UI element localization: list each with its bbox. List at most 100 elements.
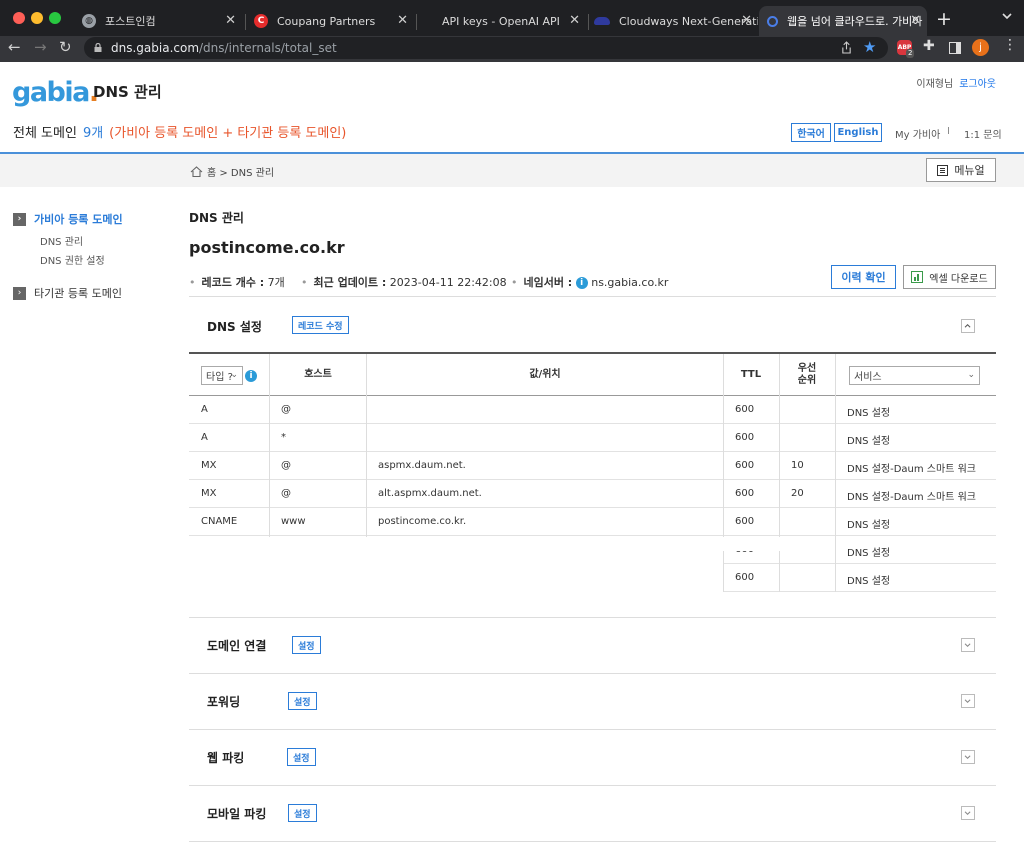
tab-title: API keys - OpenAI API bbox=[442, 14, 560, 28]
service-filter-value: 서비스 bbox=[854, 372, 882, 383]
section-divider bbox=[189, 729, 996, 730]
tab-search-chevron-icon[interactable] bbox=[1001, 10, 1013, 22]
lock-icon bbox=[94, 43, 102, 52]
manual-button[interactable]: 메뉴얼 bbox=[926, 158, 996, 182]
table-row: MX @ aspmx.daum.net. 600 10 DNS 설정-Daum 스마트 워… bbox=[189, 452, 996, 480]
record-count-label: 레코드 개수 : bbox=[201, 276, 265, 289]
type-info-icon[interactable]: i bbox=[245, 370, 257, 382]
inquiry-link[interactable]: 1:1 문의 bbox=[964, 126, 1002, 141]
expand-chevron-down-icon[interactable] bbox=[961, 750, 975, 764]
cell-ttl: 600 bbox=[735, 432, 755, 443]
bullet: • bbox=[301, 276, 308, 289]
close-tab-icon[interactable]: ✕ bbox=[741, 13, 752, 28]
info-icon[interactable]: i bbox=[575, 277, 588, 289]
sidebar-subitem-dns-permission[interactable]: DNS 권한 설정 bbox=[40, 252, 105, 267]
expand-chevron-down-icon[interactable] bbox=[961, 694, 975, 708]
chrome-menu-icon[interactable]: ⋮ bbox=[1003, 37, 1017, 53]
collapse-chevron-up-icon[interactable] bbox=[961, 319, 975, 333]
lang-ko-button[interactable]: 한국어 bbox=[791, 123, 831, 142]
type-filter-value: 타입 ? bbox=[206, 372, 233, 383]
excel-label: 엑셀 다운로드 bbox=[929, 273, 988, 285]
section-settings-button[interactable]: 설정 bbox=[288, 692, 317, 710]
cell-ttl: 600 bbox=[735, 516, 755, 527]
cell-service: DNS 설정 bbox=[847, 436, 891, 447]
close-window-button[interactable] bbox=[13, 12, 25, 24]
cloud-icon bbox=[594, 17, 610, 25]
cell-service: DNS 설정 bbox=[847, 576, 891, 587]
new-tab-icon[interactable]: + bbox=[936, 8, 952, 30]
column-divider bbox=[835, 354, 836, 592]
section-settings-button[interactable]: 설정 bbox=[292, 636, 321, 654]
excel-chart-icon bbox=[911, 271, 924, 283]
service-filter-select[interactable]: 서비스 ⌄ bbox=[849, 366, 980, 385]
section-divider bbox=[189, 296, 996, 297]
cell-ttl: 600 bbox=[735, 460, 755, 471]
edit-records-button[interactable]: 레코드 수정 bbox=[292, 316, 349, 334]
reload-icon[interactable]: ↻ bbox=[59, 38, 72, 56]
minimize-window-button[interactable] bbox=[31, 12, 43, 24]
close-tab-icon[interactable]: ✕ bbox=[569, 13, 580, 28]
cell-service: DNS 설정-Daum 스마트 워크 bbox=[847, 492, 976, 503]
browser-tab[interactable]: ◍ 포스트인컴 ✕ bbox=[74, 6, 242, 36]
cell-ttl: 600 bbox=[735, 404, 755, 415]
cell-service: DNS 설정-Daum 스마트 워크 bbox=[847, 464, 976, 475]
my-gabia-link[interactable]: My 가비아 bbox=[895, 126, 940, 141]
record-count-value: 7개 bbox=[267, 276, 285, 289]
domain-summary: 전체 도메인 9개 (가비아 등록 도메인 + 타기관 등록 도메인) bbox=[13, 122, 346, 141]
nameserver-value: ns.gabia.co.kr bbox=[591, 276, 669, 289]
section-settings-button[interactable]: 설정 bbox=[287, 748, 316, 766]
cell-host: @ bbox=[281, 404, 291, 415]
forward-arrow-icon[interactable]: → bbox=[34, 38, 47, 56]
table-row: MX @ alt.aspmx.daum.net. 600 20 DNS 설정-Daum 스… bbox=[189, 480, 996, 508]
sidebar-item-label: 가비아 등록 도메인 bbox=[34, 213, 123, 226]
excel-download-button[interactable]: 엑셀 다운로드 bbox=[903, 265, 996, 289]
section-title: 도메인 연결 bbox=[207, 639, 267, 653]
gabia-logo[interactable]: gabia. bbox=[12, 77, 99, 108]
type-filter-select[interactable]: 타입 ? ⌄ bbox=[201, 366, 243, 385]
tab-divider bbox=[588, 14, 589, 30]
browser-tab[interactable]: Cloudways Next-Generatio ✕ bbox=[590, 6, 758, 36]
section-divider bbox=[189, 673, 996, 674]
logout-link[interactable]: 로그아웃 bbox=[959, 79, 996, 90]
extensions-puzzle-icon[interactable]: ✚ bbox=[923, 38, 935, 54]
table-header: 타입 ? ⌄ i 호스트 값/위치 TTL 우선 순위 서비스 ⌄ bbox=[189, 352, 996, 396]
manual-label: 메뉴얼 bbox=[954, 164, 985, 177]
tab-divider bbox=[416, 14, 417, 30]
side-panel-icon[interactable] bbox=[949, 42, 961, 54]
bookmark-star-icon[interactable]: ★ bbox=[863, 38, 876, 56]
history-button[interactable]: 이력 확인 bbox=[831, 265, 896, 289]
close-tab-icon[interactable]: ✕ bbox=[397, 13, 408, 28]
domain-desc: (가비아 등록 도메인 + 타기관 등록 도메인) bbox=[109, 126, 347, 141]
back-arrow-icon[interactable]: ← bbox=[8, 38, 21, 56]
close-tab-icon[interactable]: ✕ bbox=[910, 13, 921, 28]
cell-ttl: 600 bbox=[735, 572, 755, 583]
browser-tab-active[interactable]: 웹을 넘어 클라우드로. 가비아 ✕ bbox=[759, 6, 927, 36]
column-priority-line2: 순위 bbox=[797, 375, 817, 386]
browser-tab[interactable]: C Coupang Partners ✕ bbox=[246, 6, 414, 36]
globe-icon: ◍ bbox=[82, 14, 96, 28]
lang-en-button[interactable]: English bbox=[834, 123, 882, 142]
share-icon[interactable] bbox=[841, 41, 852, 54]
table-row: CNAME www postincome.co.kr. 600 DNS 설정 bbox=[189, 508, 996, 536]
section-settings-button[interactable]: 설정 bbox=[288, 804, 317, 822]
breadcrumb: 홈 > DNS 관리 bbox=[190, 164, 274, 179]
browser-tab[interactable]: API keys - OpenAI API ✕ bbox=[418, 6, 586, 36]
home-icon[interactable] bbox=[190, 166, 203, 177]
zoom-window-button[interactable] bbox=[49, 12, 61, 24]
coupang-c-icon: C bbox=[254, 14, 268, 28]
redaction-mask bbox=[189, 537, 723, 594]
expand-chevron-down-icon[interactable] bbox=[961, 638, 975, 652]
sidebar-item-other-domains[interactable]: › 타기관 등록 도메인 bbox=[13, 285, 122, 301]
sidebar-subitem-dns-manage[interactable]: DNS 관리 bbox=[40, 233, 83, 248]
column-value: 값/위치 bbox=[529, 369, 561, 380]
document-icon bbox=[937, 164, 949, 176]
cell-service: DNS 설정 bbox=[847, 548, 891, 559]
address-bar[interactable]: dns.gabia.com/dns/internals/total_set ★ bbox=[84, 37, 888, 59]
tab-title: 웹을 넘어 클라우드로. 가비아 bbox=[787, 15, 923, 28]
close-tab-icon[interactable]: ✕ bbox=[225, 13, 236, 28]
profile-avatar[interactable]: j bbox=[972, 39, 989, 56]
logo-text: gabia bbox=[12, 77, 90, 108]
tab-title: 포스트인컴 bbox=[105, 15, 156, 28]
sidebar-item-gabia-domains[interactable]: › 가비아 등록 도메인 bbox=[13, 211, 123, 227]
expand-chevron-down-icon[interactable] bbox=[961, 806, 975, 820]
